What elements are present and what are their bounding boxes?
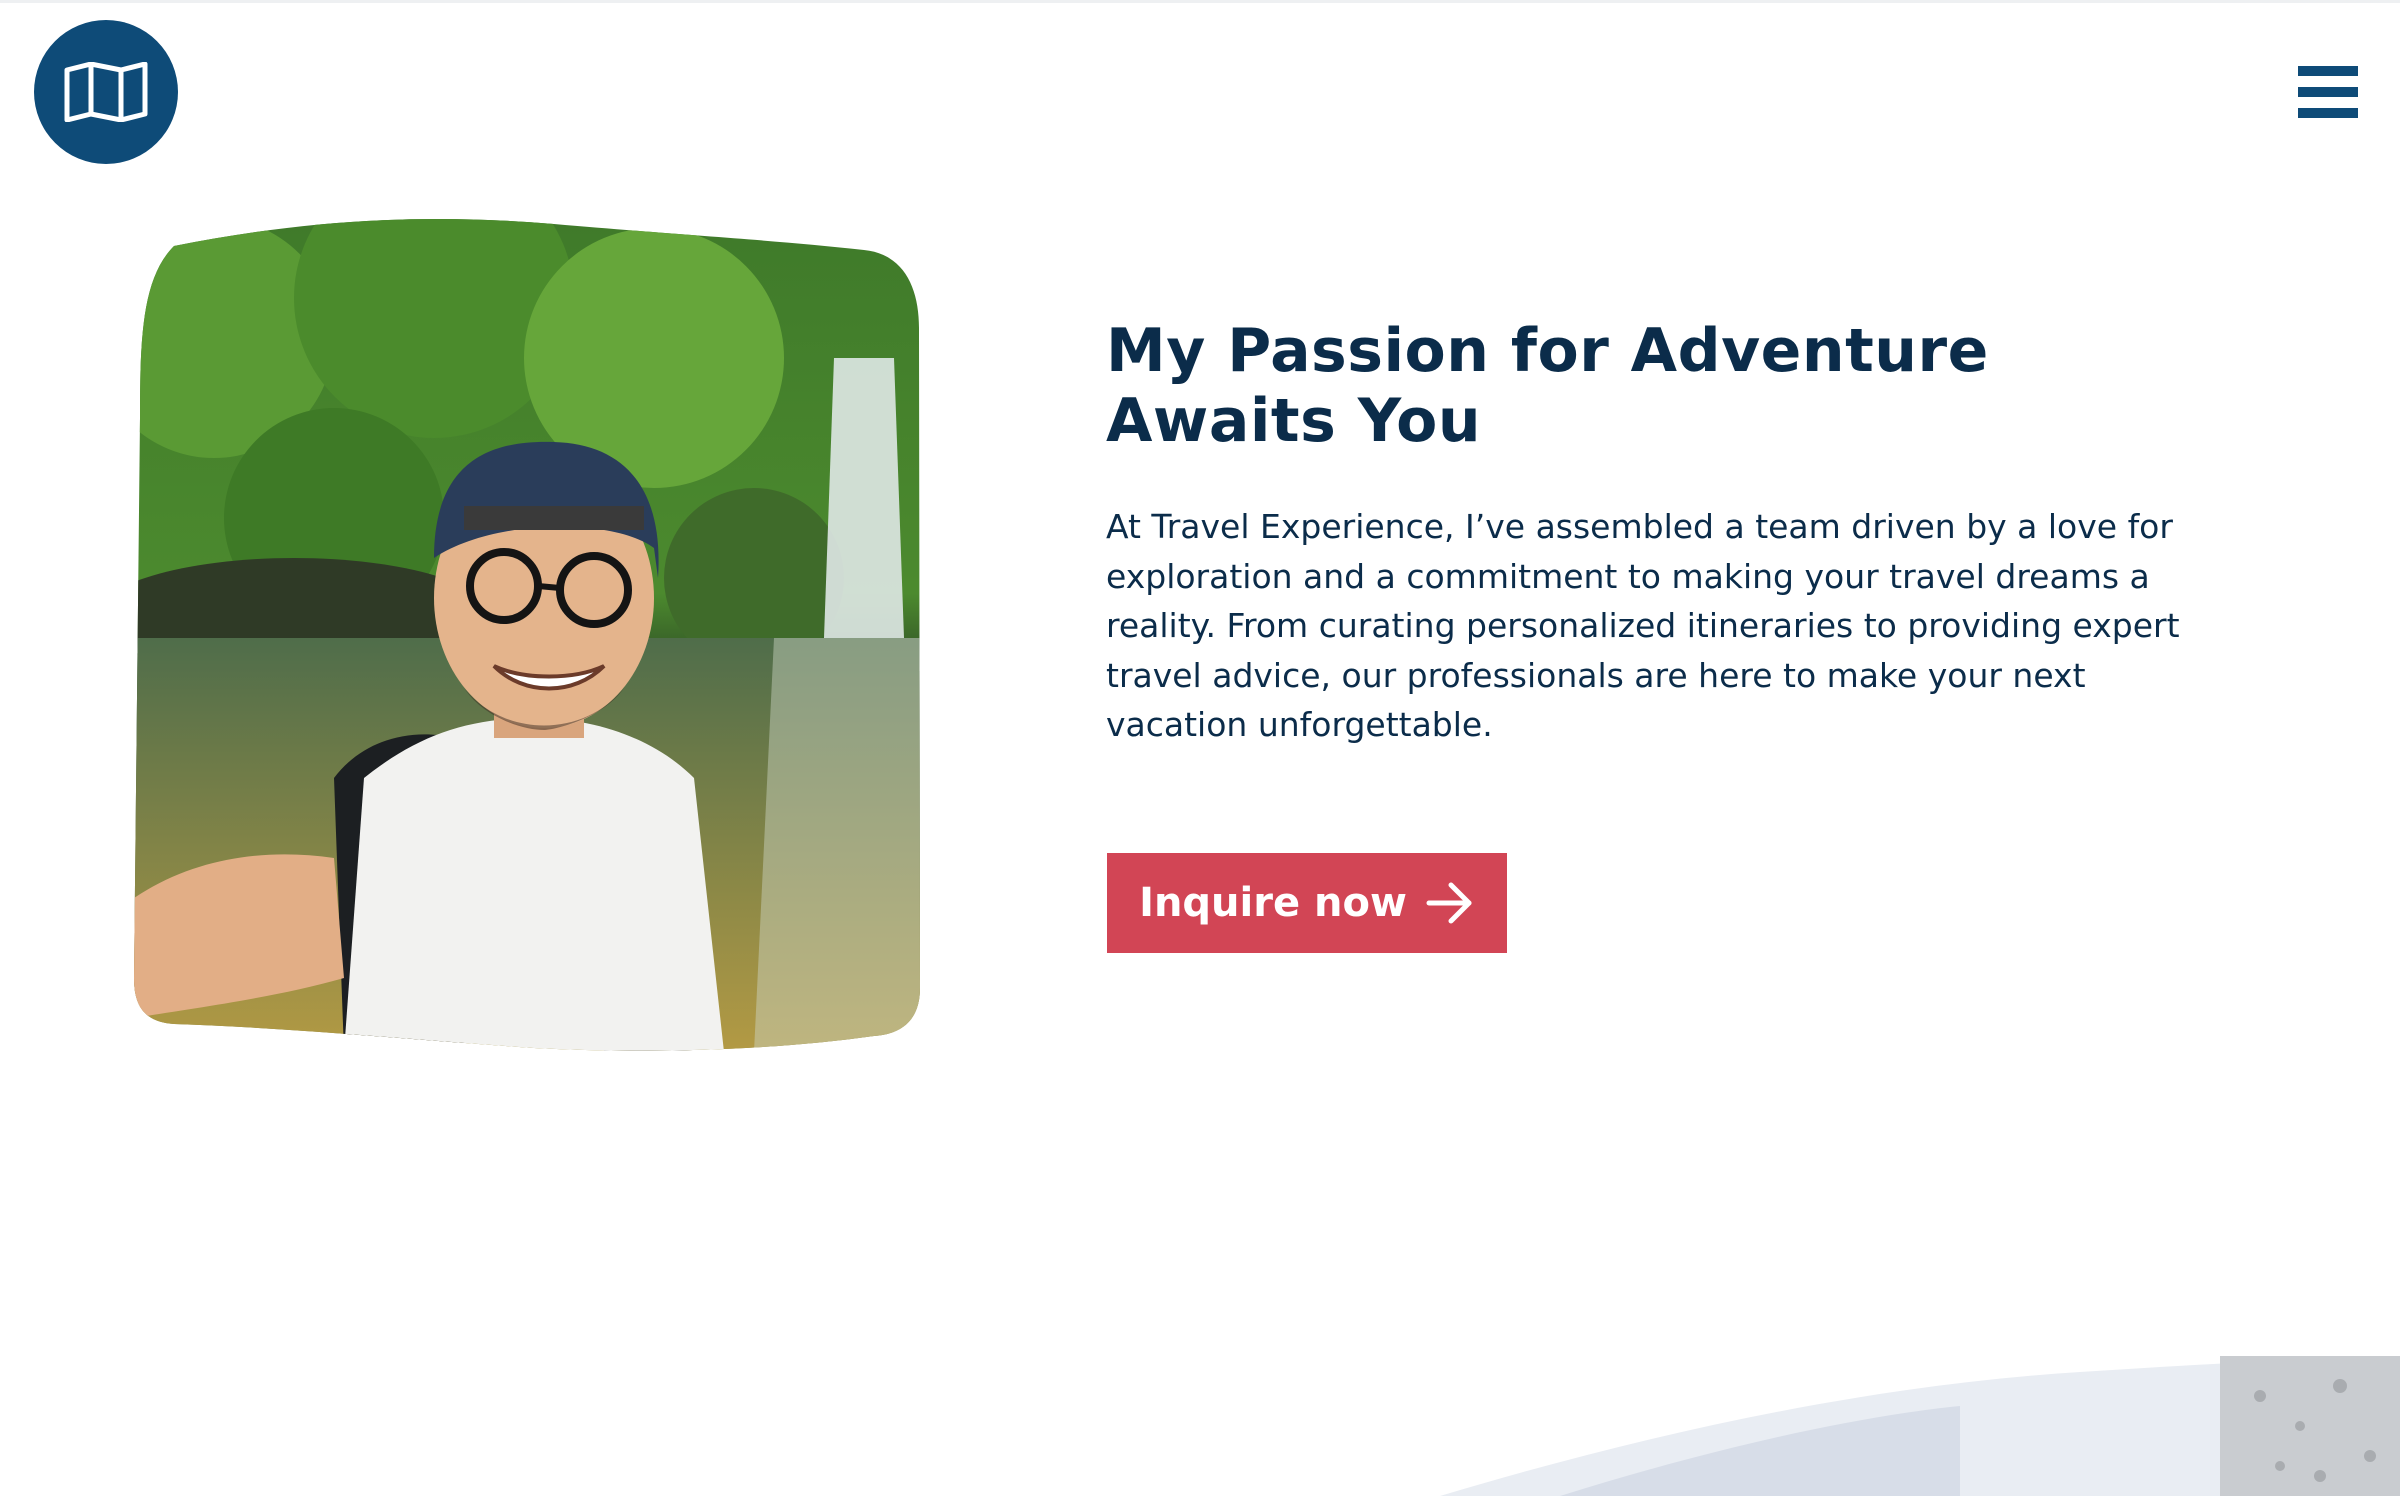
title-line-1: My Passion for Adventure <box>1106 316 1989 386</box>
menu-bar <box>2298 66 2358 76</box>
arrow-right-icon <box>1426 882 1472 924</box>
top-divider <box>0 0 2400 3</box>
map-icon <box>64 62 148 122</box>
menu-bar <box>2298 108 2358 118</box>
menu-bar <box>2298 87 2358 97</box>
section-title: My Passion for Adventure Awaits You <box>1106 316 2086 456</box>
next-section-image <box>1440 1356 2400 1496</box>
title-line-2: Awaits You <box>1106 386 1482 456</box>
section-body: At Travel Experience, I’ve assembled a t… <box>1106 507 2180 744</box>
logo[interactable] <box>34 20 178 164</box>
cta-label: Inquire now <box>1139 880 1407 926</box>
hamburger-icon[interactable] <box>2298 66 2358 118</box>
inquire-now-button[interactable]: Inquire now <box>1107 853 1507 953</box>
hero-photo <box>134 218 920 1052</box>
